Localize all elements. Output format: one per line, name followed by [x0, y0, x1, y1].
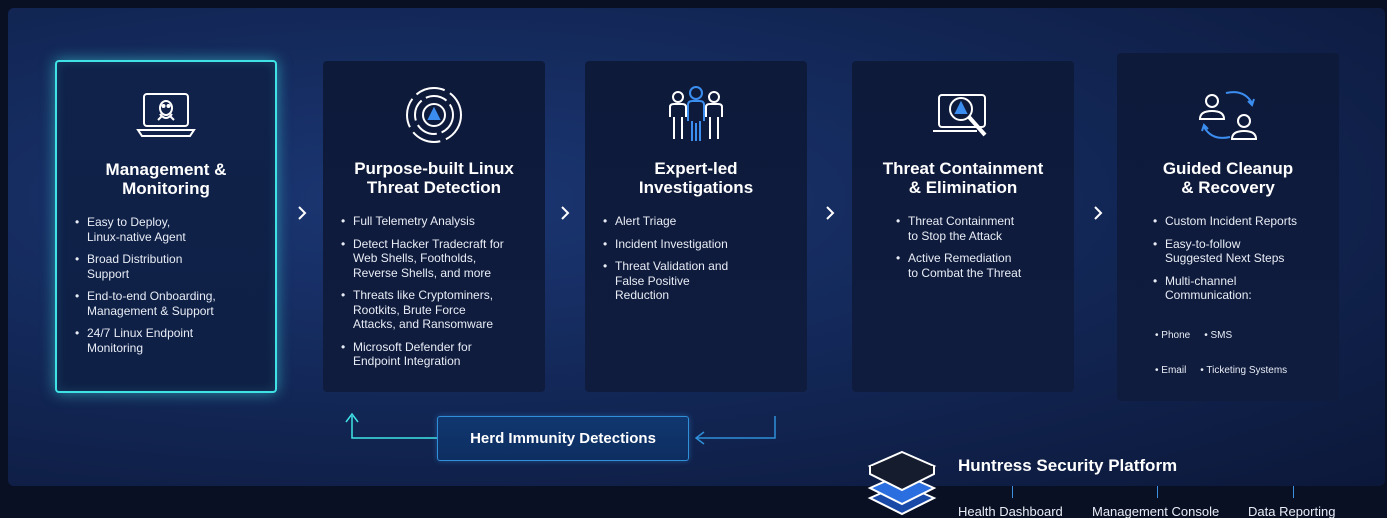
herd-immunity-label: Herd Immunity Detections	[470, 430, 656, 447]
platform-item-data-reporting: Data Reporting	[1248, 504, 1336, 518]
connector-tick	[1157, 486, 1158, 498]
platform-title: Huntress Security Platform	[958, 456, 1178, 475]
herd-immunity-box: Herd Immunity Detections	[437, 416, 689, 461]
connector-tick	[1012, 486, 1013, 498]
connector-tick	[1293, 486, 1294, 498]
stacked-layers-icon	[867, 450, 937, 516]
platform-item-health-dashboard: Health Dashboard	[958, 504, 1063, 518]
feedback-loop-arrows	[345, 412, 776, 445]
platform-item-management-console: Management Console	[1092, 504, 1220, 518]
